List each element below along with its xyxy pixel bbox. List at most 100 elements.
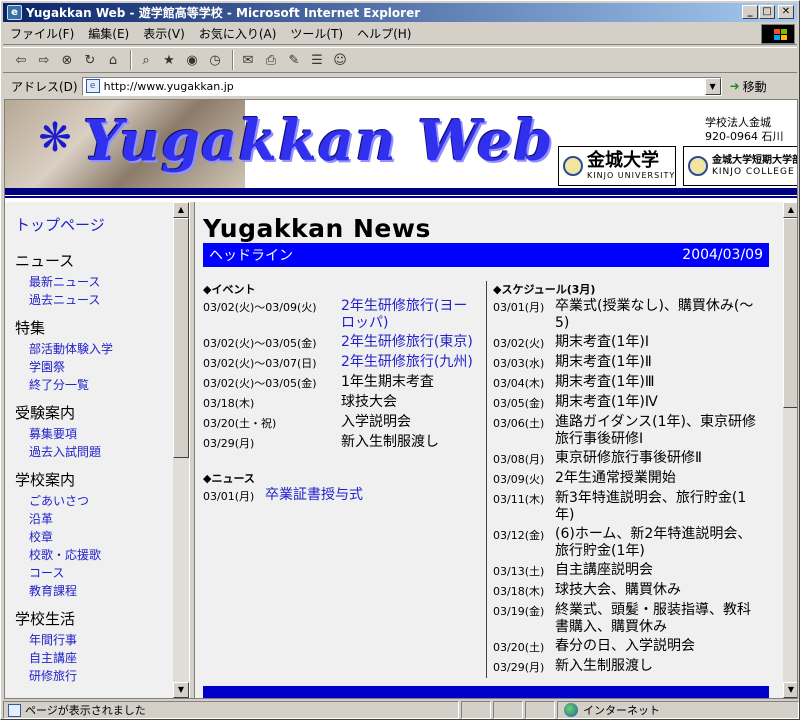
discuss-icon[interactable]: ☰ [307,50,327,70]
news-date: 03/01(月) [203,490,255,503]
close-icon[interactable]: ✕ [778,5,794,19]
print-icon[interactable]: ⎙ [261,50,281,70]
sidebar-item-requirements[interactable]: 募集要項 [15,425,175,443]
page-title: Yugakkan News [203,214,431,243]
status-bar: ページが表示されました インターネット [3,700,799,720]
status-cell [525,701,555,719]
sidebar-item-past-exams[interactable]: 過去入試問題 [15,443,175,461]
sidebar-item-archive[interactable]: 終了分一覧 [15,376,175,394]
zone-label: インターネット [583,704,660,717]
favorites-icon[interactable]: ★ [159,50,179,70]
schedule-date: 03/19(金) [493,605,545,618]
schedule-date: 03/18(木) [493,585,545,598]
list-item: 03/03(水) 期末考査(1年)Ⅱ [493,354,763,372]
event-link[interactable]: 2年生研修旅行(九州) [341,354,480,372]
sidebar-item-history[interactable]: 沿革 [15,510,175,528]
main-frame: Yugakkan News ヘッドライン 2004/03/09 ◆イベント 03… [195,202,797,698]
list-item: 03/20(土) 春分の日、入学説明会 [493,638,763,656]
toolbar: ⇦ ⇨ ⊗ ↻ ⌂ ⌕ ★ ◉ ◷ ✉ ⎙ ✎ ☰ ☺ [3,47,797,73]
scroll-down-icon[interactable]: ▼ [783,682,797,698]
news-header: ◆ニュース [203,472,255,485]
schedule-date: 03/02(火) [493,337,545,350]
events-column: ◆イベント 03/02(火)～03/09(火) 2年生研修旅行(ヨーロッパ) 0… [203,281,486,678]
college-name: 金城大学短期大学部 KINJO COLLEGE [712,155,797,177]
schedule-text: 終業式、頭髪・服装指導、教科書購入、購買休み [555,602,751,635]
schedule-date: 03/11(木) [493,493,545,506]
back-icon[interactable]: ⇦ [11,50,31,70]
sidebar-item-study-trip[interactable]: 研修旅行 [15,667,175,685]
scroll-thumb[interactable] [783,218,797,408]
corporation-info: 学校法人金城 920-0964 石川 [705,116,783,144]
mail-icon[interactable]: ✉ [238,50,258,70]
maximize-icon[interactable]: □ [759,5,775,19]
banner-divider-thin [5,196,797,198]
schedule-header: ◆スケジュール(3月) [493,283,596,296]
headline-bar: ヘッドライン 2004/03/09 [203,243,769,267]
forward-icon[interactable]: ⇨ [34,50,54,70]
event-link[interactable]: 2年生研修旅行(ヨーロッパ) [341,298,480,332]
event-link[interactable]: 2年生研修旅行(東京) [341,334,480,352]
main-scrollbar[interactable]: ▲ ▼ [783,202,797,698]
kinjo-college-link[interactable]: 金城大学短期大学部 KINJO COLLEGE [683,146,797,186]
address-input[interactable]: e http://www.yugakkan.jp ▼ [81,76,722,96]
history-icon[interactable]: ◷ [205,50,225,70]
schedule-text: 卒業式(授業なし)、購買休み(～5) [555,298,754,331]
go-button[interactable]: ➜ 移動 [730,78,767,95]
sidebar-item-club-trial[interactable]: 部活動体験入学 [15,340,175,358]
sidebar-item-emblem[interactable]: 校章 [15,528,175,546]
schedule-date: 03/08(月) [493,453,545,466]
stop-icon[interactable]: ⊗ [57,50,77,70]
schedule-text: 期末考査(1年)Ⅱ [555,354,652,370]
menu-favorites[interactable]: お気に入り(A) [192,25,284,42]
school-emblem-icon: ❋ [38,115,72,161]
sidebar-item-annual-events[interactable]: 年間行事 [15,631,175,649]
sidebar-item-songs[interactable]: 校歌・応援歌 [15,546,175,564]
edit-icon[interactable]: ✎ [284,50,304,70]
sidebar-item-curriculum[interactable]: 教育課程 [15,582,175,600]
college-name-en: KINJO COLLEGE [712,166,795,177]
status-cell [493,701,523,719]
sidebar-item-courses[interactable]: コース [15,564,175,582]
menu-tools[interactable]: ツール(T) [283,25,350,42]
page-done-icon [8,703,21,717]
list-item: 03/13(土) 自主講座説明会 [493,562,763,580]
media-icon[interactable]: ◉ [182,50,202,70]
schedule-date: 03/03(水) [493,357,545,370]
menu-edit[interactable]: 編集(E) [81,25,136,42]
event-date: 03/29(月) [203,437,255,450]
messenger-icon[interactable]: ☺ [330,50,350,70]
search-icon[interactable]: ⌕ [136,50,156,70]
status-cell [461,701,491,719]
menu-file[interactable]: ファイル(F) [3,25,81,42]
scroll-thumb[interactable] [173,218,189,458]
window-buttons: _ □ ✕ [742,5,794,19]
home-icon[interactable]: ⌂ [103,50,123,70]
list-item: 03/29(月) 新入生制服渡し [203,434,480,452]
schedule-text: 東京研修旅行事後研修Ⅱ [555,450,702,466]
sidebar-item-greeting[interactable]: ごあいさつ [15,492,175,510]
events-header: ◆イベント [203,283,256,296]
kinjo-university-link[interactable]: 金城大学 KINJO UNIVERSITY [558,146,676,186]
news-link[interactable]: 卒業証書授与式 [265,487,480,505]
minimize-icon[interactable]: _ [742,5,758,19]
list-item: 03/29(月) 新入生制服渡し [493,658,763,676]
menu-view[interactable]: 表示(V) [136,25,192,42]
scroll-up-icon[interactable]: ▲ [783,202,797,218]
sidebar-scrollbar[interactable]: ▲ ▼ [173,202,189,698]
sidebar-item-past-news[interactable]: 過去ニュース [15,291,175,309]
sidebar-item-latest-news[interactable]: 最新ニュース [15,273,175,291]
news-columns: ◆イベント 03/02(火)～03/09(火) 2年生研修旅行(ヨーロッパ) 0… [203,281,769,678]
sidebar-item-top-page[interactable]: トップページ [15,214,175,235]
list-item: 03/06(土) 進路ガイダンス(1年)、東京研修旅行事後研修Ⅰ [493,414,763,448]
chevron-down-icon[interactable]: ▼ [704,77,721,95]
scroll-down-icon[interactable]: ▼ [173,682,189,698]
refresh-icon[interactable]: ↻ [80,50,100,70]
menu-help[interactable]: ヘルプ(H) [350,25,418,42]
schedule-date: 03/04(木) [493,377,545,390]
page-icon: e [85,79,100,93]
event-text: 新入生制服渡し [341,434,439,450]
schedule-text: 球技大会、購買休み [555,582,681,598]
scroll-up-icon[interactable]: ▲ [173,202,189,218]
sidebar-item-festival[interactable]: 学園祭 [15,358,175,376]
sidebar-item-self-study[interactable]: 自主講座 [15,649,175,667]
